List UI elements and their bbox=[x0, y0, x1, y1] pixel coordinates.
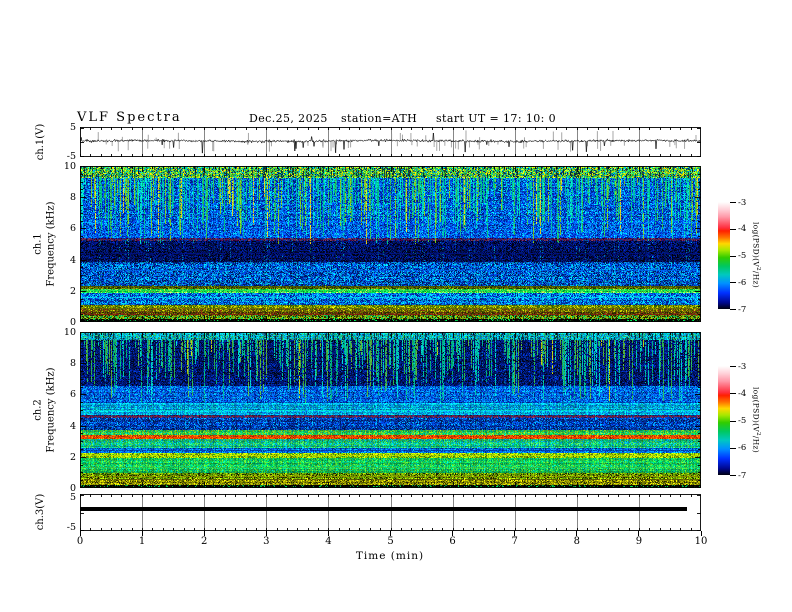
ch1-voltage-axis-label: ch.1(V) bbox=[34, 123, 46, 161]
colorbar-tick-label: -6 bbox=[738, 277, 747, 288]
time-tick-label: 10 bbox=[694, 536, 708, 547]
ch1-waveform-plot bbox=[80, 127, 701, 157]
colorbar-tick bbox=[730, 309, 736, 310]
colorbar-tick-label: -4 bbox=[738, 388, 747, 399]
y-tick-label: -5 bbox=[66, 522, 76, 533]
colorbar-tick-label: -5 bbox=[738, 251, 747, 261]
time-tick-label: 3 bbox=[263, 536, 270, 547]
time-tick-label: 5 bbox=[387, 536, 394, 547]
time-tick-label: 4 bbox=[325, 536, 332, 547]
y-tick-label: 6 bbox=[69, 389, 76, 401]
y-tick-label: 4 bbox=[69, 254, 76, 266]
time-tick-label: 6 bbox=[449, 536, 456, 547]
time-tick-label: 9 bbox=[635, 536, 643, 547]
ch3-voltage-axis-label: ch.3(V) bbox=[34, 493, 46, 531]
time-major-tick bbox=[638, 531, 640, 536]
colorbar-tick bbox=[730, 393, 736, 395]
y-tick-label: 8 bbox=[69, 192, 76, 204]
ch2-frequency-axis-label-line2: Frequency (kHz) bbox=[45, 367, 56, 453]
colorbar-tick-label: -7 bbox=[738, 304, 747, 315]
time-tick-label: 7 bbox=[511, 536, 518, 547]
time-tick-label: 8 bbox=[573, 536, 580, 547]
time-major-tick bbox=[141, 531, 143, 536]
y-tick-label: 8 bbox=[69, 358, 76, 370]
y-tick-label: 6 bbox=[69, 223, 76, 235]
colorbar-tick-label: -6 bbox=[738, 443, 747, 454]
colorbar-tick bbox=[730, 202, 736, 203]
plot-date: Dec.25, 2025 bbox=[249, 112, 328, 125]
ch3-waveform-plot bbox=[80, 494, 701, 531]
y-tick-label: 10 bbox=[63, 327, 76, 338]
plot-station: station=ATH bbox=[341, 112, 418, 125]
ch1-frequency-axis-label: ch.1 Frequency (kHz) bbox=[33, 201, 58, 286]
time-major-tick bbox=[79, 531, 81, 536]
time-axis-label: Time (min) bbox=[355, 550, 425, 562]
y-tick-label: 10 bbox=[63, 161, 76, 172]
y-tick-label: 5 bbox=[69, 122, 76, 133]
time-tick-label: 2 bbox=[201, 536, 208, 547]
colorbar-tick-label: -5 bbox=[738, 416, 747, 426]
time-major-tick bbox=[452, 531, 454, 536]
colorbar-tick-label: -3 bbox=[738, 361, 747, 372]
ch1-spectrogram-plot bbox=[80, 166, 701, 322]
y-tick-label: 2 bbox=[69, 285, 76, 297]
colorbar-tick-label: -4 bbox=[738, 224, 747, 235]
colorbar-tick bbox=[730, 366, 736, 367]
y-tick-label: 2 bbox=[69, 451, 76, 463]
colorbar-tick-label: -3 bbox=[738, 197, 747, 208]
ch1-frequency-axis-label-line2: Frequency (kHz) bbox=[45, 201, 56, 287]
ch2-frequency-axis-label: ch.2 Frequency (kHz) bbox=[33, 367, 58, 452]
y-tick-label: 4 bbox=[69, 420, 76, 432]
colorbar-2 bbox=[718, 366, 730, 475]
colorbar-tick bbox=[730, 282, 736, 284]
ch2-frequency-axis-label-line1: ch.2 bbox=[32, 399, 44, 421]
time-major-tick bbox=[390, 531, 391, 536]
page-title: VLF Spectra bbox=[77, 110, 182, 125]
colorbar-tick bbox=[730, 447, 736, 449]
time-major-tick bbox=[700, 531, 702, 536]
plot-start-ut: start UT = 17: 10: 0 bbox=[436, 112, 557, 125]
time-major-tick bbox=[576, 531, 578, 536]
colorbar-tick bbox=[730, 475, 736, 476]
colorbar-tick-label: -7 bbox=[738, 470, 747, 481]
colorbar-tick bbox=[730, 228, 736, 230]
time-tick-label: 1 bbox=[138, 536, 146, 547]
time-major-tick bbox=[265, 531, 267, 536]
time-tick-label: 0 bbox=[76, 536, 84, 547]
time-major-tick bbox=[327, 531, 329, 536]
colorbar-tick bbox=[730, 420, 736, 422]
time-major-tick bbox=[514, 531, 516, 536]
ch1-frequency-axis-label-line1: ch.1 bbox=[32, 233, 44, 255]
ch2-spectrogram-plot bbox=[80, 332, 701, 488]
vlf-spectra-screen: VLF Spectra Dec.25, 2025 station=ATH sta… bbox=[0, 0, 792, 612]
colorbar-1 bbox=[718, 202, 730, 309]
time-major-tick bbox=[203, 531, 205, 536]
y-tick-label: 0 bbox=[69, 483, 76, 494]
colorbar-tick bbox=[730, 255, 736, 257]
